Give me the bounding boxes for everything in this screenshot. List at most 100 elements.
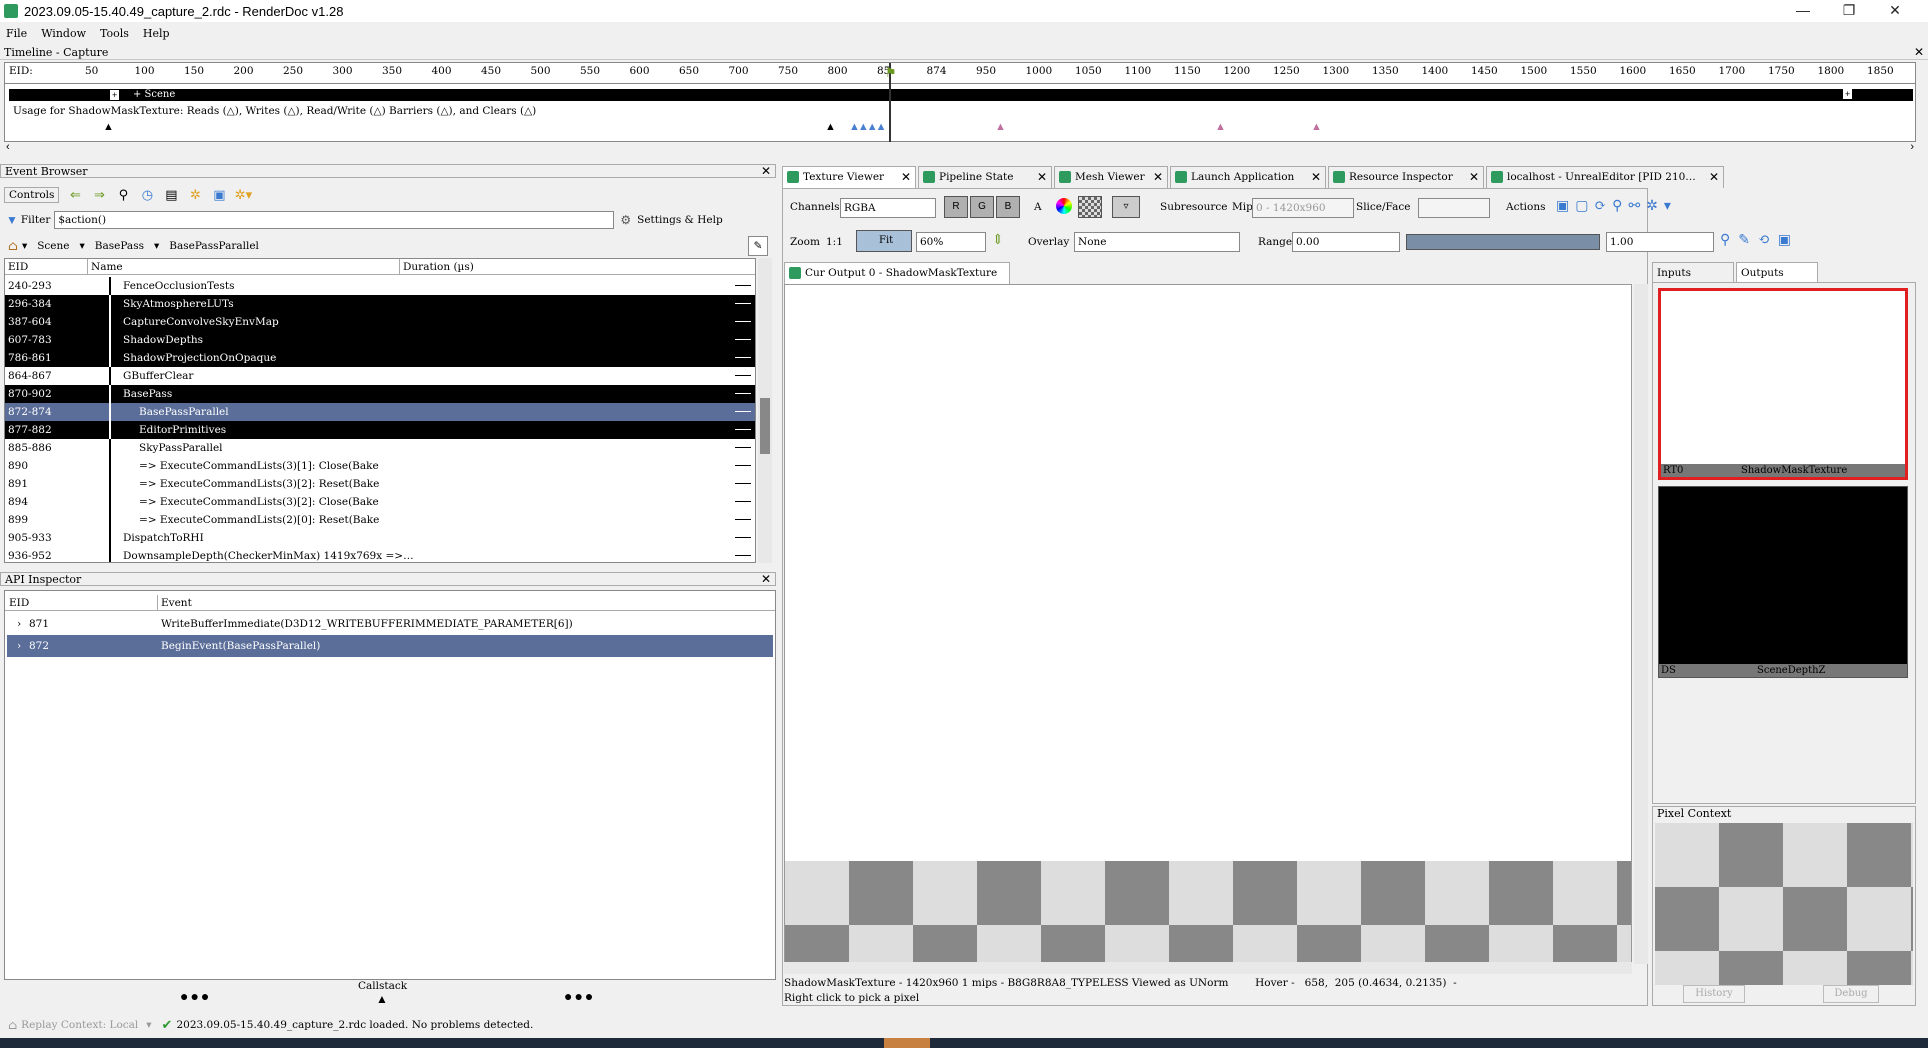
event-row[interactable]: 786-861 ShadowProjectionOnOpaque (5, 349, 755, 367)
next-arrow-icon[interactable]: ⇒ (89, 186, 109, 204)
breadcrumb-scene[interactable]: Scene (37, 240, 69, 252)
close-timeline-icon[interactable]: ✕ (1914, 46, 1924, 59)
tab-texture-viewer[interactable]: Texture Viewer ✕ (782, 166, 916, 188)
actions-icons[interactable]: ▣▢⟳⚲⚯✲▾ (1556, 198, 1677, 214)
tab-launch-application[interactable]: Launch Application ✕ (1170, 166, 1326, 188)
tools-dropdown-icon[interactable]: ✲▾ (233, 186, 253, 204)
fit-button[interactable]: Fit (856, 230, 912, 252)
texture-canvas[interactable] (784, 284, 1632, 964)
breadcrumb-basepass[interactable]: BasePass (95, 240, 144, 252)
close-tab-icon[interactable]: ✕ (1709, 167, 1719, 187)
event-table[interactable]: EID Name Duration (µs) 240-293 FenceOcclu… (4, 258, 756, 563)
prev-arrow-icon[interactable]: ⇐ (65, 186, 85, 204)
event-row[interactable]: 387-604 CaptureConvolveSkyEnvMap (5, 313, 755, 331)
close-event-browser-icon[interactable]: ✕ (761, 165, 771, 178)
tab-resource-inspector[interactable]: Resource Inspector ✕ (1328, 166, 1484, 188)
event-row[interactable]: 936-952 DownsampleDepth(CheckerMinMax) 14… (5, 547, 755, 562)
event-row[interactable]: 877-882 EditorPrimitives (5, 421, 755, 439)
event-row[interactable]: 607-783 ShadowDepths (5, 331, 755, 349)
canvas-hscroll[interactable] (784, 962, 1632, 974)
close-tab-icon[interactable]: ✕ (1311, 167, 1321, 187)
checker-bg-icon[interactable] (1078, 196, 1102, 218)
timeline-panel[interactable]: EID: 50 100 150 200 250 300 350 400 450 500 550 600… (4, 62, 1916, 143)
history-button[interactable]: History (1683, 985, 1745, 1003)
close-api-inspector-icon[interactable]: ✕ (761, 573, 771, 586)
channels-select[interactable]: RGBA (840, 198, 936, 218)
col-eid[interactable]: EID (8, 259, 28, 275)
api-row-selected[interactable]: › 872 BeginEvent(BasePassParallel) (7, 635, 773, 657)
range-slider[interactable] (1406, 234, 1600, 250)
mip-select[interactable]: 0 - 1420x960 (1252, 198, 1354, 218)
zoom-select[interactable]: 60% (916, 232, 986, 252)
tab-pipeline-state[interactable]: Pipeline State ✕ (918, 166, 1052, 188)
range-tools-icons[interactable]: ⚲✎⟲▣ (1720, 232, 1799, 248)
channel-r-toggle[interactable]: R (944, 196, 968, 218)
event-row[interactable]: 296-384 SkyAtmosphereLUTs (5, 295, 755, 313)
home-icon[interactable]: ⌂ (8, 239, 18, 254)
event-row[interactable]: 899 => ExecuteCommandLists(2)[0]: Reset(B… (5, 511, 755, 529)
channel-b-toggle[interactable]: B (996, 196, 1020, 218)
timer-icon[interactable]: ◷ (137, 186, 157, 204)
save-icon[interactable]: ▣ (209, 186, 229, 204)
col-duration[interactable]: Duration (µs) (399, 259, 474, 275)
timeline-scrollbar[interactable]: ‹ › (4, 141, 1916, 156)
overlay-select[interactable]: None (1074, 232, 1240, 252)
settings-icon[interactable]: ⚙ (620, 213, 631, 227)
event-row[interactable]: 905-933 DispatchToRHI (5, 529, 755, 547)
minimize-button[interactable]: — (1780, 0, 1826, 22)
replay-context-label[interactable]: Replay Context: Local (21, 1019, 138, 1031)
menu-tools[interactable]: Tools (100, 27, 129, 40)
edit-icon[interactable]: ✎ (748, 236, 768, 256)
more-channel-options-icon[interactable]: ▿ (1112, 196, 1140, 218)
thumb-shadowmasktexture[interactable]: RT0 ShadowMaskTexture (1658, 288, 1908, 480)
tab-remote-host[interactable]: localhost - UnrealEditor [PID 210… ✕ (1486, 166, 1724, 188)
menu-file[interactable]: File (6, 27, 27, 40)
zoom-1to1-button[interactable]: 1:1 (826, 236, 843, 248)
event-row[interactable]: 864-867 GBufferClear (5, 367, 755, 385)
settings-gear-icon[interactable]: ✲ (185, 186, 205, 204)
splitter-dots-icon[interactable]: ●●● (180, 988, 211, 1004)
api-col-eid[interactable]: EID (9, 595, 29, 611)
event-row[interactable]: 885-886 SkyPassParallel (5, 439, 755, 457)
splitter-dots-icon[interactable]: ●●● (564, 988, 595, 1004)
menu-help[interactable]: Help (143, 27, 170, 40)
api-row[interactable]: › 871 WriteBufferImmediate(D3D12_WRITEBU… (7, 613, 773, 635)
canvas-vscroll[interactable] (1634, 284, 1648, 964)
maximize-button[interactable]: ❐ (1826, 0, 1872, 22)
menu-window[interactable]: Window (41, 27, 86, 40)
event-row[interactable]: 891 => ExecuteCommandLists(3)[2]: Reset(B… (5, 475, 755, 493)
event-table-scrollbar[interactable] (758, 258, 772, 563)
close-tab-icon[interactable]: ✕ (901, 167, 911, 187)
event-row[interactable]: 870-902 BasePass (5, 385, 755, 403)
thumb-scenedepthz[interactable]: DS SceneDepthZ (1658, 486, 1908, 678)
pixel-context-grid[interactable] (1655, 823, 1913, 985)
tab-mesh-viewer[interactable]: Mesh Viewer ✕ (1054, 166, 1168, 188)
settings-help-button[interactable]: Settings & Help (637, 214, 723, 226)
channel-g-toggle[interactable]: G (970, 196, 994, 218)
flip-icon[interactable]: ⇕ (992, 232, 1004, 248)
callstack-arrow-icon[interactable]: ▲ (376, 992, 388, 1006)
breadcrumb-basepassparallel[interactable]: BasePassParallel (169, 240, 259, 252)
event-row[interactable]: 872-874 BasePassParallel (5, 403, 755, 421)
color-wheel-icon[interactable] (1056, 198, 1072, 214)
api-col-event[interactable]: Event (157, 595, 192, 611)
timeline-scene-bar[interactable]: + + Scene + (9, 89, 1913, 101)
expand-chevron-icon[interactable]: › (17, 635, 21, 657)
event-row[interactable]: 894 => ExecuteCommandLists(3)[2]: Close(B… (5, 493, 755, 511)
event-row[interactable]: 240-293 FenceOcclusionTests (5, 277, 755, 295)
tab-cur-output[interactable]: Cur Output 0 - ShadowMaskTexture (784, 262, 1010, 284)
channel-a-toggle[interactable]: A (1034, 201, 1042, 213)
close-button[interactable]: ✕ (1872, 0, 1918, 22)
tab-inputs[interactable]: Inputs (1652, 262, 1734, 282)
find-binoculars-icon[interactable]: ⚲ (113, 186, 133, 204)
range-max-input[interactable]: 1.00 (1606, 232, 1714, 252)
expand-chevron-icon[interactable]: › (17, 613, 21, 635)
debug-button[interactable]: Debug (1823, 985, 1879, 1003)
close-tab-icon[interactable]: ✕ (1037, 167, 1047, 187)
close-tab-icon[interactable]: ✕ (1469, 167, 1479, 187)
slice-face-select[interactable] (1418, 198, 1490, 218)
col-name[interactable]: Name (87, 259, 123, 275)
callstack-label[interactable]: Callstack (358, 980, 407, 992)
bookmark-icon[interactable]: ▤ (161, 186, 181, 204)
api-table[interactable]: EID Event › 871 WriteBufferImmediate(D3D… (4, 590, 776, 980)
